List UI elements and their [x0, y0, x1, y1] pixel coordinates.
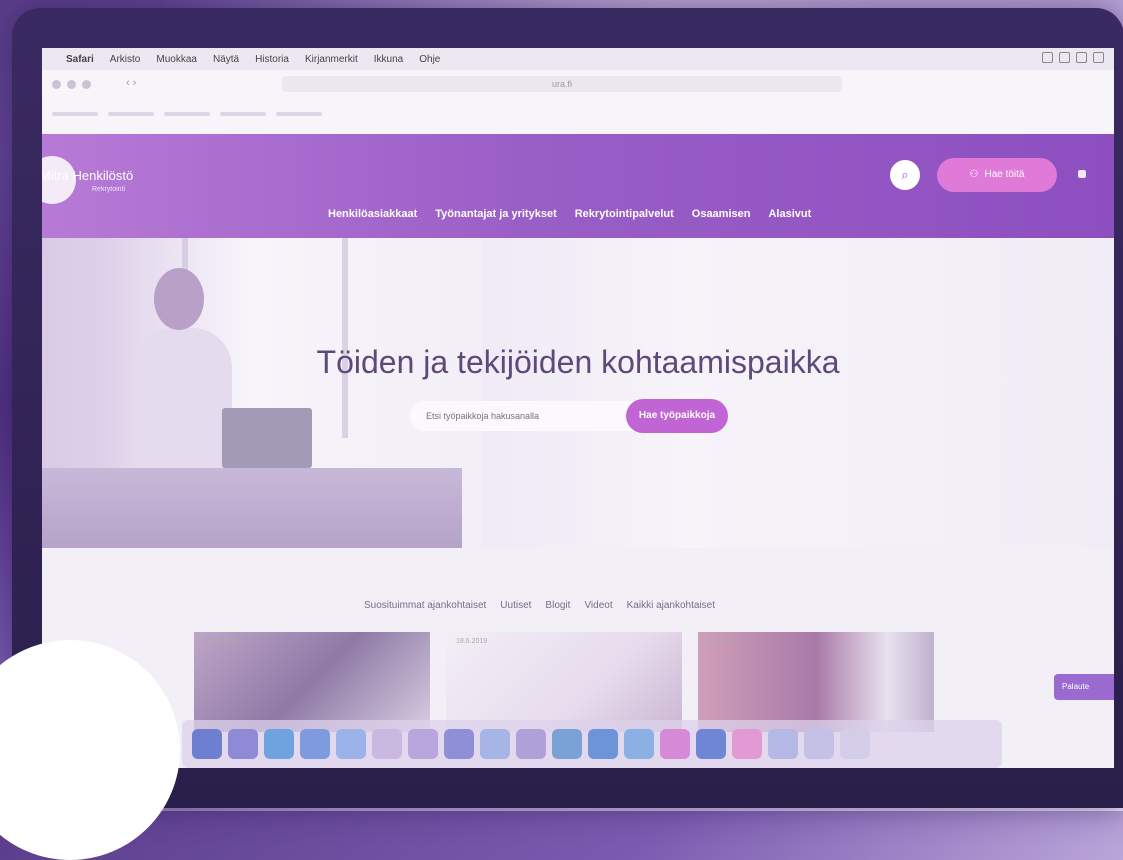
news-card[interactable]: 20.6.2019: [194, 632, 430, 732]
apply-jobs-label: Hae töitä: [984, 169, 1025, 180]
menu-edit[interactable]: Muokkaa: [156, 54, 197, 65]
wifi-icon[interactable]: [1042, 52, 1053, 63]
tab-all[interactable]: Kaikki ajankohtaiset: [627, 600, 715, 611]
nav-item[interactable]: Työnantajat ja yritykset: [435, 208, 556, 220]
logo-text[interactable]: Mitra Henkilöstö: [42, 168, 133, 183]
tab-blogs[interactable]: Blogit: [545, 600, 570, 611]
laptop-frame: Safari Arkisto Muokkaa Näytä Historia Ki…: [12, 8, 1123, 808]
mac-dock: [182, 720, 1002, 768]
tab-news[interactable]: Uutiset: [500, 600, 531, 611]
nav-item[interactable]: Henkilöasiakkaat: [328, 208, 417, 220]
notes-icon[interactable]: [408, 729, 438, 759]
finder-icon[interactable]: [192, 729, 222, 759]
bookmark-item[interactable]: [108, 112, 154, 116]
hero-photo-person-head: [154, 268, 204, 330]
back-forward-icon[interactable]: ‹ ›: [126, 77, 136, 89]
main-navigation: Henkilöasiakkaat Työnantajat ja yritykse…: [328, 208, 811, 220]
hero-photo-ledge: [42, 468, 462, 548]
app-store-icon[interactable]: [660, 729, 690, 759]
job-search-input[interactable]: [410, 401, 634, 431]
job-search-button[interactable]: Hae työpaikkoja: [626, 399, 728, 433]
menu-bookmarks[interactable]: Kirjanmerkit: [305, 54, 358, 65]
apply-jobs-button[interactable]: ⚇ Hae töitä: [937, 158, 1057, 192]
folder-icon[interactable]: [804, 729, 834, 759]
contacts-icon[interactable]: [336, 729, 366, 759]
facetime-icon[interactable]: [588, 729, 618, 759]
bookmark-item[interactable]: [220, 112, 266, 116]
search-icon[interactable]: ⌕: [890, 160, 920, 190]
mail-icon[interactable]: [300, 729, 330, 759]
minimize-window-button[interactable]: [67, 80, 76, 89]
zoom-window-button[interactable]: [82, 80, 91, 89]
photos-icon[interactable]: [516, 729, 546, 759]
volume-icon[interactable]: [1076, 52, 1087, 63]
hero-title: Töiden ja tekijöiden kohtaamispaikka: [316, 344, 840, 380]
photoshop-icon[interactable]: [696, 729, 726, 759]
clock-icon[interactable]: [1093, 52, 1104, 63]
menu-safari[interactable]: Safari: [66, 54, 94, 65]
mac-menubar: Safari Arkisto Muokkaa Näytä Historia Ki…: [42, 48, 1114, 70]
close-window-button[interactable]: [52, 80, 61, 89]
menu-file[interactable]: Arkisto: [110, 54, 141, 65]
menu-window[interactable]: Ikkuna: [374, 54, 403, 65]
window-controls: [52, 80, 91, 89]
user-icon: ⚇: [969, 169, 979, 180]
nav-item[interactable]: Alasivut: [768, 208, 811, 220]
news-card[interactable]: 14.6.2019: [698, 632, 934, 732]
bookmark-item[interactable]: [164, 112, 210, 116]
safari-icon[interactable]: [264, 729, 294, 759]
trash-icon[interactable]: [840, 729, 870, 759]
address-bar[interactable]: ura.fi: [282, 76, 842, 92]
firefox-icon[interactable]: [732, 729, 762, 759]
tab-videos[interactable]: Videot: [584, 600, 612, 611]
logo-subtitle: Rekrytointi: [92, 186, 126, 193]
maps-icon[interactable]: [480, 729, 510, 759]
card-date: 20.6.2019: [204, 638, 236, 645]
nav-item[interactable]: Osaamisen: [692, 208, 751, 220]
site-header: Mitra Henkilöstö Rekrytointi ⌕ ⚇ Hae töit…: [42, 134, 1114, 238]
menu-view[interactable]: Näytä: [213, 54, 239, 65]
laptop-screen: Safari Arkisto Muokkaa Näytä Historia Ki…: [42, 48, 1114, 768]
preview-icon[interactable]: [768, 729, 798, 759]
hero-photo-laptop: [222, 408, 312, 468]
menu-history[interactable]: Historia: [255, 54, 289, 65]
bookmark-item[interactable]: [52, 112, 98, 116]
itunes-icon[interactable]: [624, 729, 654, 759]
news-card[interactable]: 18.6.2019: [446, 632, 682, 732]
reminders-icon[interactable]: [444, 729, 474, 759]
bookmark-item[interactable]: [276, 112, 322, 116]
status-icons: [1042, 52, 1104, 63]
menu-help[interactable]: Ohje: [419, 54, 440, 65]
hero-section: Töiden ja tekijöiden kohtaamispaikka Hae…: [42, 238, 1114, 548]
tab-popular[interactable]: Suosituimmat ajankohtaiset: [364, 600, 486, 611]
card-date: 14.6.2019: [708, 638, 740, 645]
messages-icon[interactable]: [552, 729, 582, 759]
feedback-tab[interactable]: Palaute: [1054, 674, 1114, 700]
battery-icon[interactable]: [1059, 52, 1070, 63]
browser-chrome: ‹ › ura.fi: [42, 70, 1114, 135]
language-icon[interactable]: [1078, 170, 1086, 178]
window-frame: [342, 238, 348, 438]
calendar-icon[interactable]: [372, 729, 402, 759]
card-date: 18.6.2019: [456, 638, 488, 645]
bookmarks-bar: [52, 104, 322, 124]
nav-item[interactable]: Rekrytointipalvelut: [575, 208, 674, 220]
launchpad-icon[interactable]: [228, 729, 258, 759]
news-tabs: Suosituimmat ajankohtaiset Uutiset Blogi…: [364, 600, 715, 611]
